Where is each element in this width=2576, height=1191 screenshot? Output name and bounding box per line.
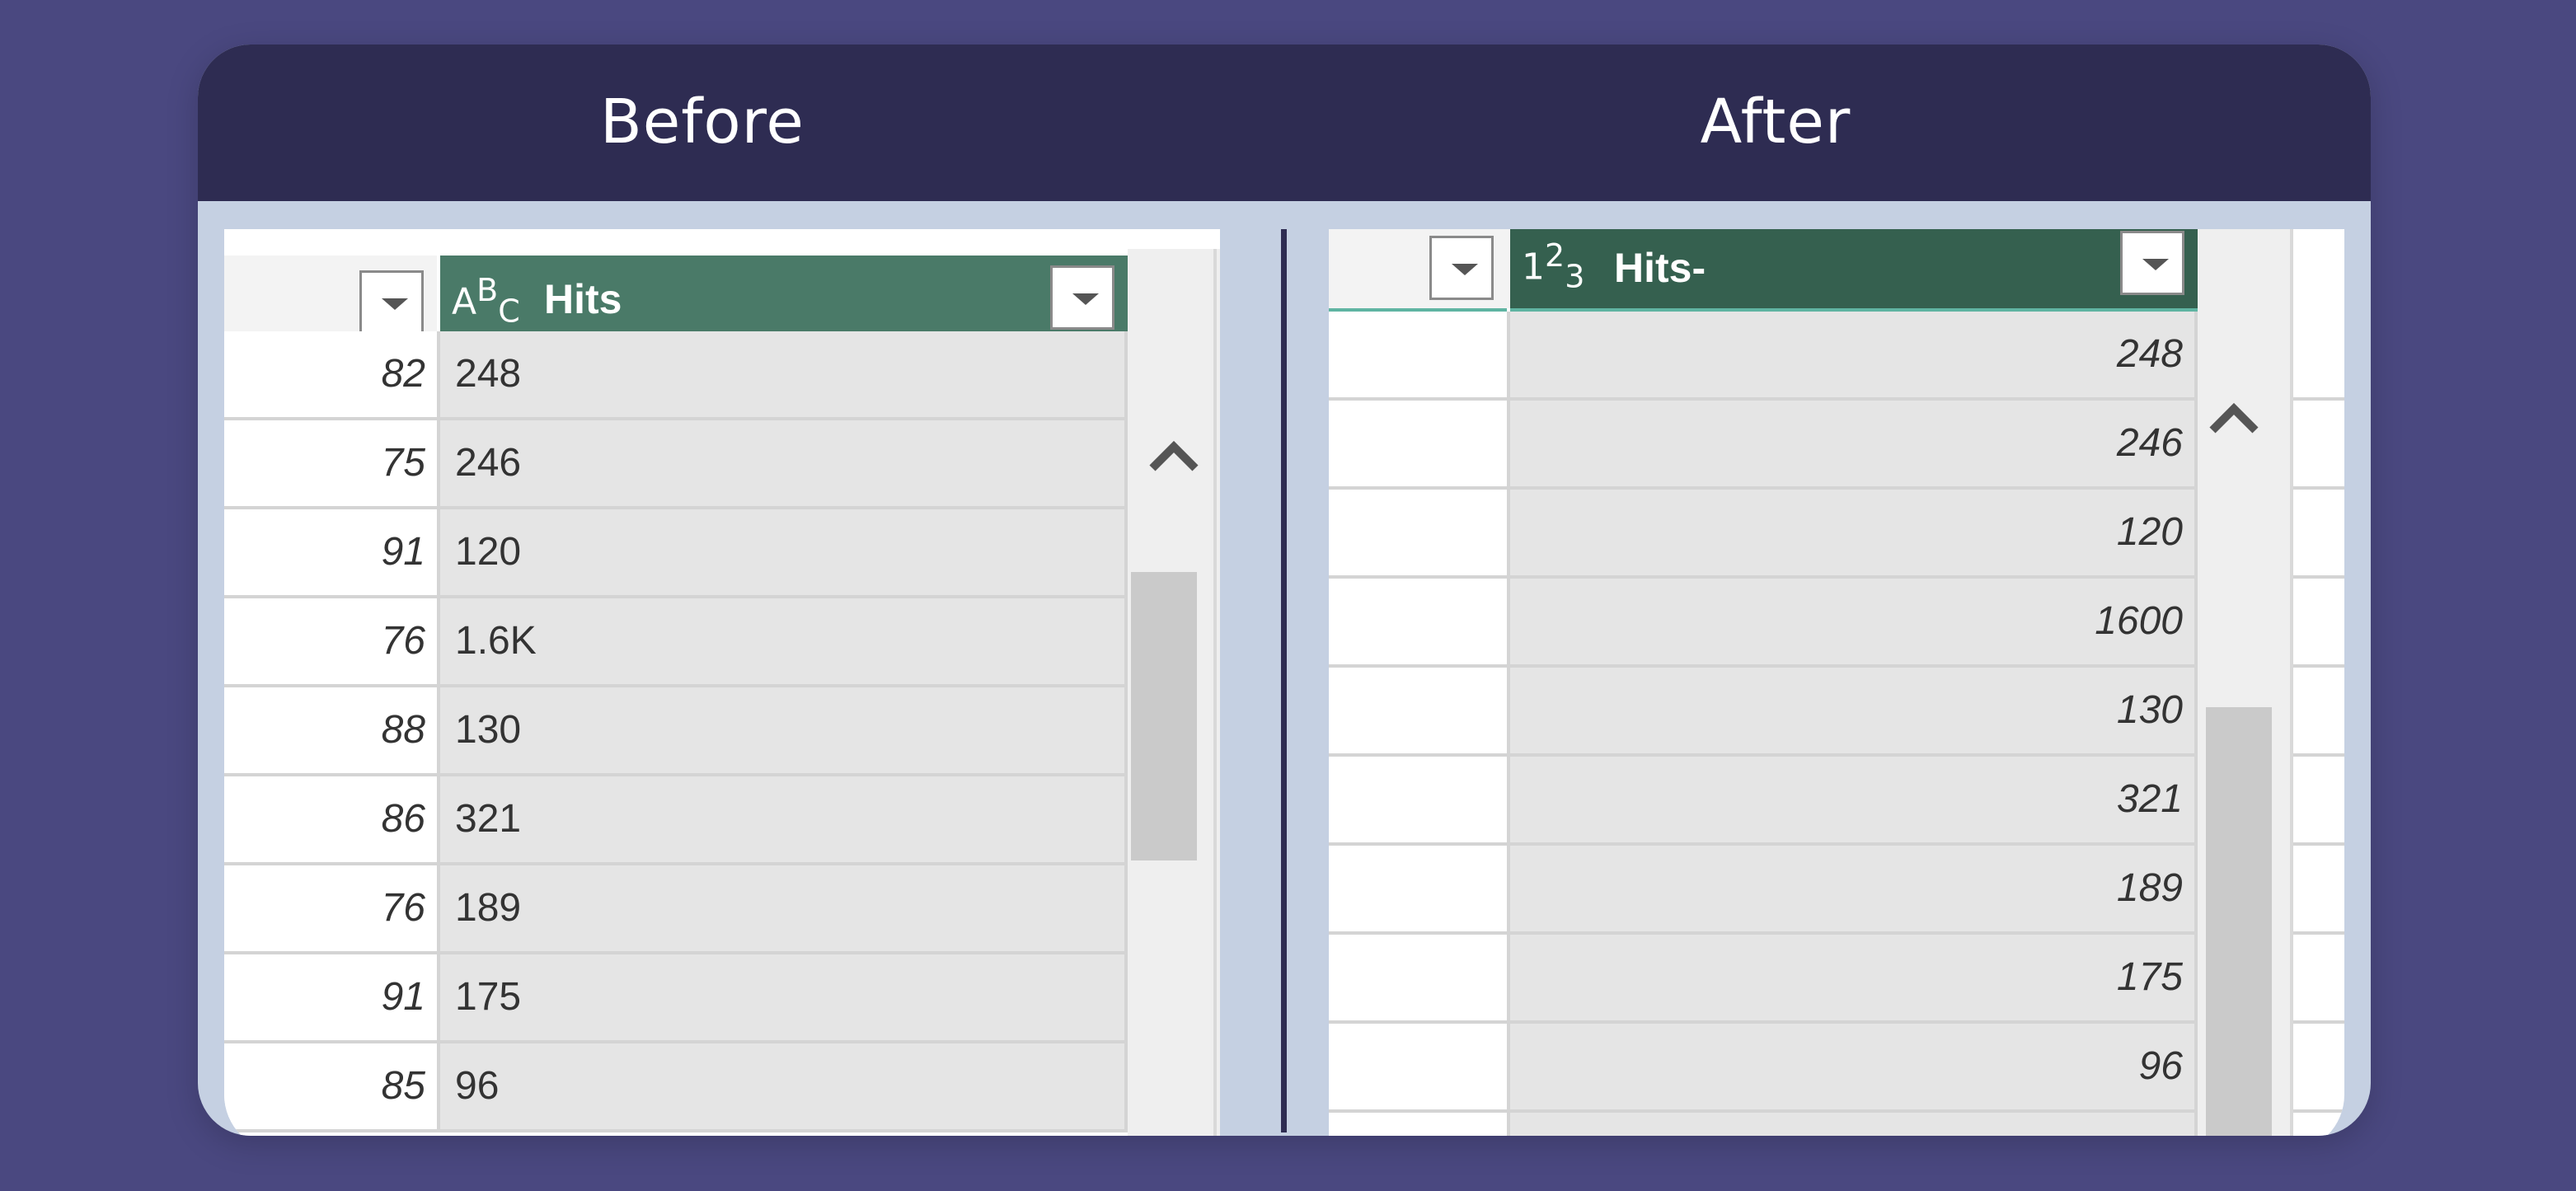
hits-cell[interactable]: 120	[1510, 490, 2198, 575]
index-cell: 82	[224, 331, 440, 417]
table-row[interactable]: 246	[1329, 401, 2344, 490]
scrollbar-thumb[interactable]	[1131, 572, 1197, 860]
hits-cell[interactable]: 120	[440, 509, 1128, 595]
index-cell: 91	[224, 509, 440, 595]
hits-cell[interactable]: 175	[1510, 935, 2198, 1020]
hits-cell[interactable]: 130	[440, 687, 1128, 773]
index-cell: 88	[224, 687, 440, 773]
index-cell: 76	[224, 598, 440, 684]
hits-cell[interactable]: 175	[440, 954, 1128, 1040]
index-cell	[1329, 1113, 1510, 1136]
after-grid-panel: 123 Hits- 248 246 120 1600 130 321 189 1…	[1329, 229, 2344, 1136]
hits-column-label: Hits-	[1614, 245, 1706, 291]
scroll-up-chevron-icon[interactable]	[2208, 402, 2260, 435]
index-column-filter-button[interactable]	[1429, 236, 1494, 300]
hits-column-label: Hits	[544, 276, 622, 322]
before-title: Before	[600, 87, 805, 157]
index-cell	[1329, 490, 1510, 575]
hits-cell[interactable]: 248	[1510, 312, 2198, 397]
index-cell	[1329, 935, 1510, 1020]
hits-column-filter-button[interactable]	[1050, 265, 1114, 330]
vertical-scrollbar[interactable]	[2198, 229, 2290, 1136]
index-cell: 91	[224, 954, 440, 1040]
index-cell	[1329, 1024, 1510, 1109]
hits-cell[interactable]: 130	[1510, 668, 2198, 753]
index-column-filter-button[interactable]	[359, 270, 424, 335]
index-cell	[1329, 312, 1510, 397]
hits-column-filter-button[interactable]	[2120, 231, 2184, 295]
table-row[interactable]: 96	[1329, 1024, 2344, 1113]
whole-number-type-icon[interactable]: 123	[1522, 237, 1584, 294]
table-row[interactable]: 321	[1329, 757, 2344, 846]
table-row[interactable]: 189	[1329, 846, 2344, 935]
table-row[interactable]: 91 120	[224, 509, 1220, 598]
hits-cell[interactable]: 321	[440, 776, 1128, 862]
before-grid-panel: ABC Hits 82 248 75 246 91 120 76 1.6K 88…	[224, 229, 1220, 1136]
hits-column-header[interactable]: ABC Hits	[440, 256, 1128, 343]
comparison-card: Before After ABC Hits 82 248 75 246 91 1…	[198, 45, 2371, 1136]
index-cell	[1329, 757, 1510, 842]
hits-cell[interactable]: 246	[440, 420, 1128, 506]
hits-cell[interactable]: 96	[440, 1043, 1128, 1129]
comparison-header: Before After	[198, 45, 2371, 201]
scrollbar-thumb[interactable]	[2206, 707, 2272, 1136]
vertical-scrollbar[interactable]	[1128, 249, 1220, 1136]
hits-cell[interactable]: 1.6K	[440, 598, 1128, 684]
table-row[interactable]: 88 130	[224, 687, 1220, 776]
hits-cell[interactable]	[1510, 1113, 2198, 1136]
hits-cell[interactable]: 96	[1510, 1024, 2198, 1109]
table-row[interactable]: 76 1.6K	[224, 598, 1220, 687]
index-cell: 86	[224, 776, 440, 862]
table-row[interactable]: 120	[1329, 490, 2344, 579]
table-row[interactable]: 91 175	[224, 954, 1220, 1043]
table-row[interactable]: 75 246	[224, 420, 1220, 509]
index-cell	[1329, 401, 1510, 486]
index-cell	[1329, 579, 1510, 664]
text-type-icon[interactable]: ABC	[452, 272, 520, 329]
hits-cell[interactable]: 248	[440, 331, 1128, 417]
hits-column-header[interactable]: 123 Hits-	[1510, 229, 2198, 308]
before-after-divider	[1281, 229, 1287, 1132]
index-column-header	[224, 256, 437, 343]
scroll-up-chevron-icon[interactable]	[1147, 440, 1200, 473]
after-title: After	[1700, 87, 1851, 157]
panel-edge	[2290, 229, 2293, 1136]
hits-cell[interactable]: 189	[1510, 846, 2198, 931]
index-column-header	[1329, 229, 1510, 308]
index-cell: 75	[224, 420, 440, 506]
table-row[interactable]: 175	[1329, 935, 2344, 1024]
index-cell	[1329, 846, 1510, 931]
index-cell	[1329, 668, 1510, 753]
hits-cell[interactable]: 321	[1510, 757, 2198, 842]
index-cell: 85	[224, 1043, 440, 1129]
table-row[interactable]	[1329, 1113, 2344, 1136]
table-row[interactable]: 76 189	[224, 865, 1220, 954]
table-row[interactable]: 130	[1329, 668, 2344, 757]
index-cell: 76	[224, 865, 440, 951]
table-row[interactable]: 82 248	[224, 331, 1220, 420]
table-row[interactable]: 1600	[1329, 579, 2344, 668]
table-row[interactable]: 248	[1329, 312, 2344, 401]
hits-cell[interactable]: 246	[1510, 401, 2198, 486]
table-row[interactable]: 86 321	[224, 776, 1220, 865]
hits-cell[interactable]: 1600	[1510, 579, 2198, 664]
panel-edge	[1213, 249, 1217, 1136]
hits-cell[interactable]: 189	[440, 865, 1128, 951]
table-row[interactable]: 85 96	[224, 1043, 1220, 1132]
